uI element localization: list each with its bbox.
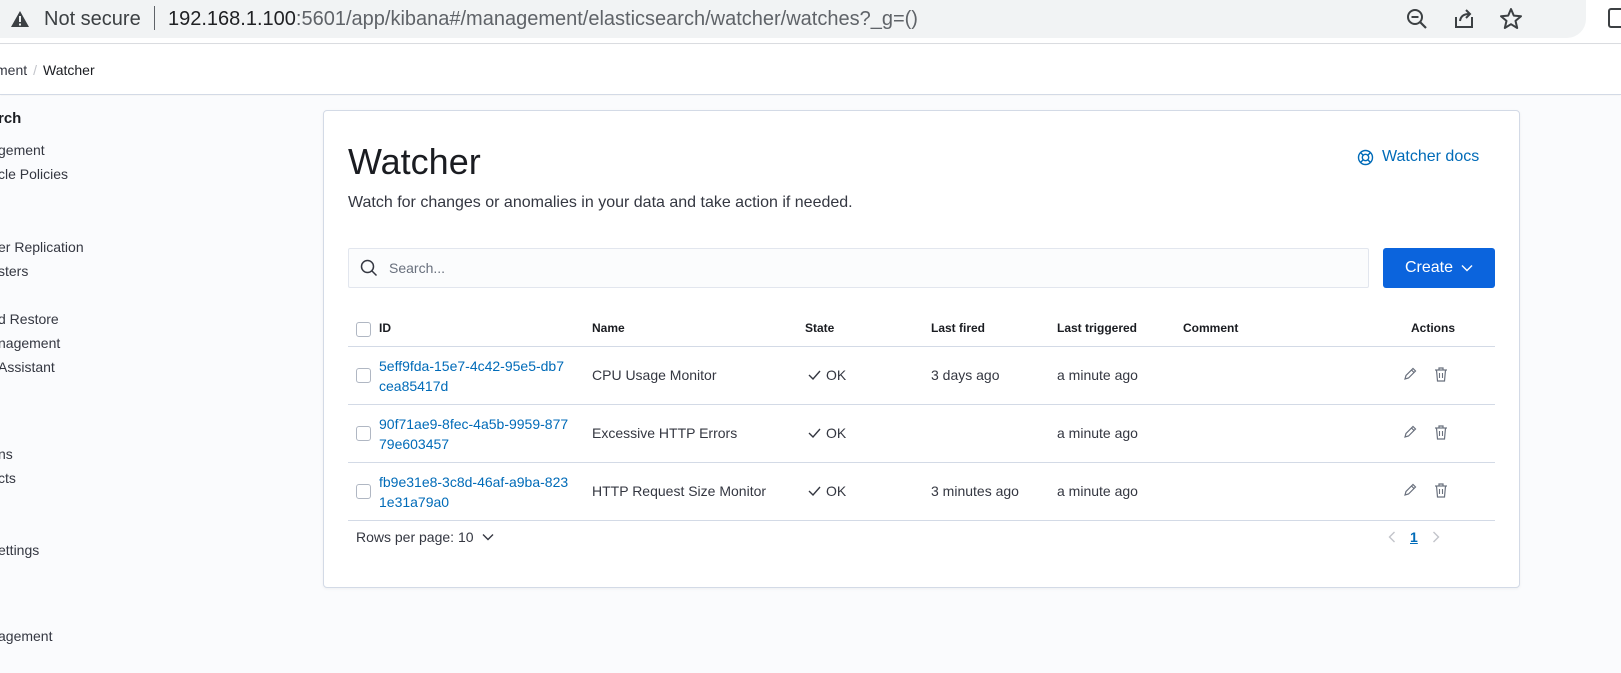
trash-icon[interactable] [1433, 366, 1449, 382]
row-checkbox[interactable] [356, 484, 371, 499]
warning-icon[interactable] [10, 10, 30, 28]
search-box[interactable] [348, 248, 1369, 288]
url-text[interactable]: 192.168.1.100:5601/app/kibana#/managemen… [168, 8, 918, 31]
zoom-icon[interactable] [1404, 6, 1430, 32]
rows-per-page-selector[interactable]: Rows per page: 10 [356, 529, 494, 545]
breadcrumb-separator: / [33, 62, 38, 78]
column-header-last-triggered[interactable]: Last triggered [1057, 321, 1137, 335]
url-host: 192.168.1.100 [168, 8, 296, 30]
watch-state: OK [808, 483, 846, 499]
watches-table: ID Name State Last fired Last triggered … [348, 310, 1495, 521]
sidebar-item-advanced-settings[interactable]: ettings [0, 542, 39, 558]
watch-name: CPU Usage Monitor [592, 367, 717, 383]
watch-last-triggered: a minute ago [1057, 367, 1138, 383]
chevron-down-icon [482, 534, 494, 541]
sidebar-item-upgrade-assistant[interactable]: Assistant [0, 359, 55, 375]
breadcrumb-management[interactable]: ment [0, 62, 27, 78]
sidebar-item-license-management[interactable]: nagement [0, 335, 60, 351]
security-label[interactable]: Not secure [44, 8, 141, 31]
watch-state-label: OK [826, 425, 847, 441]
management-sidebar: rch gement cle Policies er Replication s… [0, 96, 300, 673]
watch-last-fired: 3 minutes ago [931, 483, 1019, 499]
watch-last-fired: 3 days ago [931, 367, 1000, 383]
breadcrumb-current: Watcher [43, 62, 95, 78]
table-row: 5eff9fda-15e7-4c42-95e5-db7cea85417d CPU… [348, 347, 1495, 405]
watch-id-link[interactable]: 5eff9fda-15e7-4c42-95e5-db7cea85417d [379, 356, 569, 396]
watch-last-triggered: a minute ago [1057, 425, 1138, 441]
sidebar-item-connections[interactable]: ns [0, 446, 13, 462]
bookmark-star-icon[interactable] [1498, 6, 1524, 32]
create-button[interactable]: Create [1383, 248, 1495, 288]
table-row: 90f71ae9-8fec-4a5b-9959-87779e603457 Exc… [348, 405, 1495, 463]
edit-pencil-icon[interactable] [1402, 482, 1418, 498]
page-description: Watch for changes or anomalies in your d… [348, 194, 853, 211]
sidebar-item-index-management[interactable]: gement [0, 142, 45, 158]
page-number-button[interactable]: 1 [1410, 529, 1418, 545]
page-title: Watcher [348, 141, 481, 182]
column-header-actions: Actions [1411, 321, 1456, 335]
sidebar-item-stack-management[interactable]: agement [0, 628, 52, 644]
sidebar-item-snapshot-and-restore[interactable]: d Restore [0, 311, 59, 327]
column-header-comment[interactable]: Comment [1183, 321, 1238, 335]
trash-icon[interactable] [1433, 424, 1449, 440]
url-path: :5601/app/kibana#/management/elasticsear… [295, 8, 918, 30]
search-icon [360, 259, 378, 277]
edit-pencil-icon[interactable] [1402, 366, 1418, 382]
column-header-id[interactable]: ID [379, 321, 391, 335]
sidebar-item-cross-cluster-replication[interactable]: er Replication [0, 239, 84, 255]
sidebar-item-remote-clusters[interactable]: sters [0, 263, 28, 279]
watcher-docs-label: Watcher docs [1382, 148, 1480, 165]
table-header-row: ID Name State Last fired Last triggered … [348, 310, 1495, 347]
watch-state-label: OK [826, 367, 847, 383]
watcher-docs-link[interactable]: Watcher docs [1357, 148, 1479, 166]
column-header-state[interactable]: State [805, 321, 834, 335]
sidebar-section-title: rch [0, 110, 22, 127]
check-icon [808, 370, 821, 380]
browser-toolbar: Not secure 192.168.1.100:5601/app/kibana… [0, 0, 1621, 44]
watch-id-link[interactable]: fb9e31e8-3c8d-46af-a9ba-8231e31a79a0 [379, 472, 569, 512]
chevron-down-icon [1461, 265, 1473, 272]
sidebar-item-lifecycle-policies[interactable]: cle Policies [0, 166, 68, 182]
row-checkbox[interactable] [356, 426, 371, 441]
watch-state: OK [808, 425, 846, 441]
watch-name: Excessive HTTP Errors [592, 425, 738, 441]
watch-state-label: OK [826, 483, 847, 499]
search-input[interactable] [389, 249, 1359, 287]
breadcrumb: ment / Watcher [0, 62, 95, 78]
table-row: fb9e31e8-3c8d-46af-a9ba-8231e31a79a0 HTT… [348, 463, 1495, 521]
address-bar[interactable]: Not secure 192.168.1.100:5601/app/kibana… [0, 0, 1586, 38]
select-all-checkbox[interactable] [356, 322, 371, 337]
share-icon[interactable] [1451, 6, 1477, 32]
check-icon [808, 428, 821, 438]
chevron-right-icon[interactable] [1432, 531, 1440, 543]
help-lifebuoy-icon [1357, 149, 1374, 165]
sidebar-item-saved-objects[interactable]: cts [0, 470, 16, 486]
watch-state: OK [808, 367, 846, 383]
row-checkbox[interactable] [356, 368, 371, 383]
create-button-label: Create [1404, 259, 1454, 276]
app-header: ment / Watcher [0, 45, 1621, 95]
edit-pencil-icon[interactable] [1402, 424, 1418, 440]
url-divider [154, 6, 155, 30]
pagination: 1 [1388, 529, 1440, 545]
side-panel-icon[interactable] [1608, 6, 1621, 30]
column-header-name[interactable]: Name [592, 321, 625, 335]
watch-last-triggered: a minute ago [1057, 483, 1138, 499]
chevron-left-icon[interactable] [1388, 531, 1396, 543]
trash-icon[interactable] [1433, 482, 1449, 498]
check-icon [808, 486, 821, 496]
rows-per-page-label: Rows per page: 10 [356, 529, 474, 545]
watcher-panel: Watcher Watch for changes or anomalies i… [323, 110, 1520, 588]
column-header-last-fired[interactable]: Last fired [931, 321, 985, 335]
watch-id-link[interactable]: 90f71ae9-8fec-4a5b-9959-87779e603457 [379, 414, 569, 454]
watch-name: HTTP Request Size Monitor [592, 483, 767, 499]
